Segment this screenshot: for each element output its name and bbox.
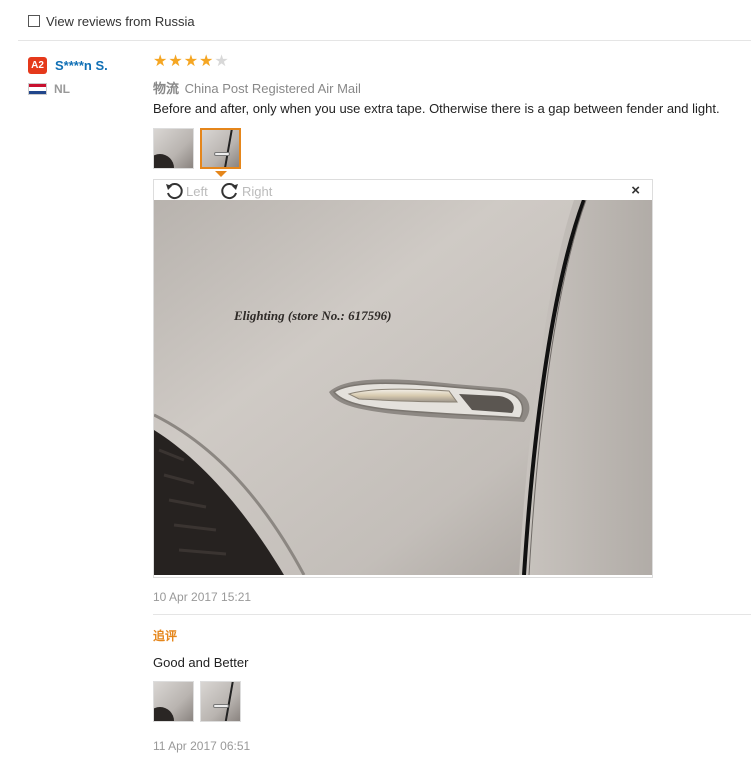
image-viewer: Left Right × Elighting (store No.: 61759… <box>153 179 653 578</box>
star-empty-icon: ★ <box>214 53 229 70</box>
followup-photo-thumbnail-2[interactable] <box>200 681 241 722</box>
photo-thumbnail-1[interactable] <box>153 128 194 169</box>
russia-filter-label[interactable]: View reviews from Russia <box>46 14 195 29</box>
rotate-left-label: Left <box>186 183 208 199</box>
enlarged-review-photo: Elighting (store No.: 617596) <box>154 200 652 575</box>
filter-row: View reviews from Russia <box>28 12 195 30</box>
close-icon[interactable]: × <box>631 182 640 199</box>
divider <box>153 614 751 615</box>
rotate-right-icon <box>221 183 238 200</box>
logistics-method: China Post Registered Air Mail <box>184 81 361 96</box>
star-filled-icon: ★ <box>199 53 214 70</box>
followup-tag: 追评 <box>153 629 178 643</box>
review-text: Before and after, only when you use extr… <box>153 101 720 116</box>
star-filled-icon: ★ <box>183 53 199 70</box>
reviewer-name[interactable]: S****n S. <box>55 58 108 73</box>
followup-photo-thumbnail-1[interactable] <box>153 681 194 722</box>
star-filled-icon: ★ <box>168 53 183 70</box>
reviewer-info: A2 S****n S. NL <box>28 56 143 96</box>
review-thumbnails <box>153 128 751 169</box>
rotate-right-button[interactable]: Right <box>220 181 272 201</box>
star-filled-icon: ★ <box>153 53 168 70</box>
netherlands-flag-icon <box>28 83 47 95</box>
viewer-toolbar: Left Right × <box>154 180 652 202</box>
reviewer-country: NL <box>54 82 70 96</box>
photo-thumbnail-2[interactable] <box>200 128 241 169</box>
active-thumbnail-pointer <box>215 171 227 177</box>
rotate-right-label: Right <box>242 183 273 199</box>
logistics-tag: 物流 <box>153 81 180 96</box>
logistics-info: 物流 China Post Registered Air Mail <box>153 78 751 96</box>
buyer-level-badge: A2 <box>28 56 47 74</box>
divider <box>18 40 751 41</box>
followup-text: Good and Better <box>153 655 249 670</box>
star-rating: ★ ★ ★ ★ ★ <box>153 54 751 70</box>
review-date: 10 Apr 2017 15:21 <box>153 590 252 604</box>
followup-date: 11 Apr 2017 06:51 <box>153 739 251 753</box>
russia-filter-checkbox[interactable] <box>28 15 40 27</box>
photo-watermark: Elighting (store No.: 617596) <box>233 308 391 323</box>
rotate-left-button[interactable]: Left <box>164 181 208 201</box>
rotate-left-icon <box>166 183 183 200</box>
review-content: ★ ★ ★ ★ ★ 物流 China Post Registered Air Mail … <box>153 54 751 169</box>
followup-thumbnails <box>153 681 241 722</box>
flag-stripe-blue <box>29 90 46 94</box>
